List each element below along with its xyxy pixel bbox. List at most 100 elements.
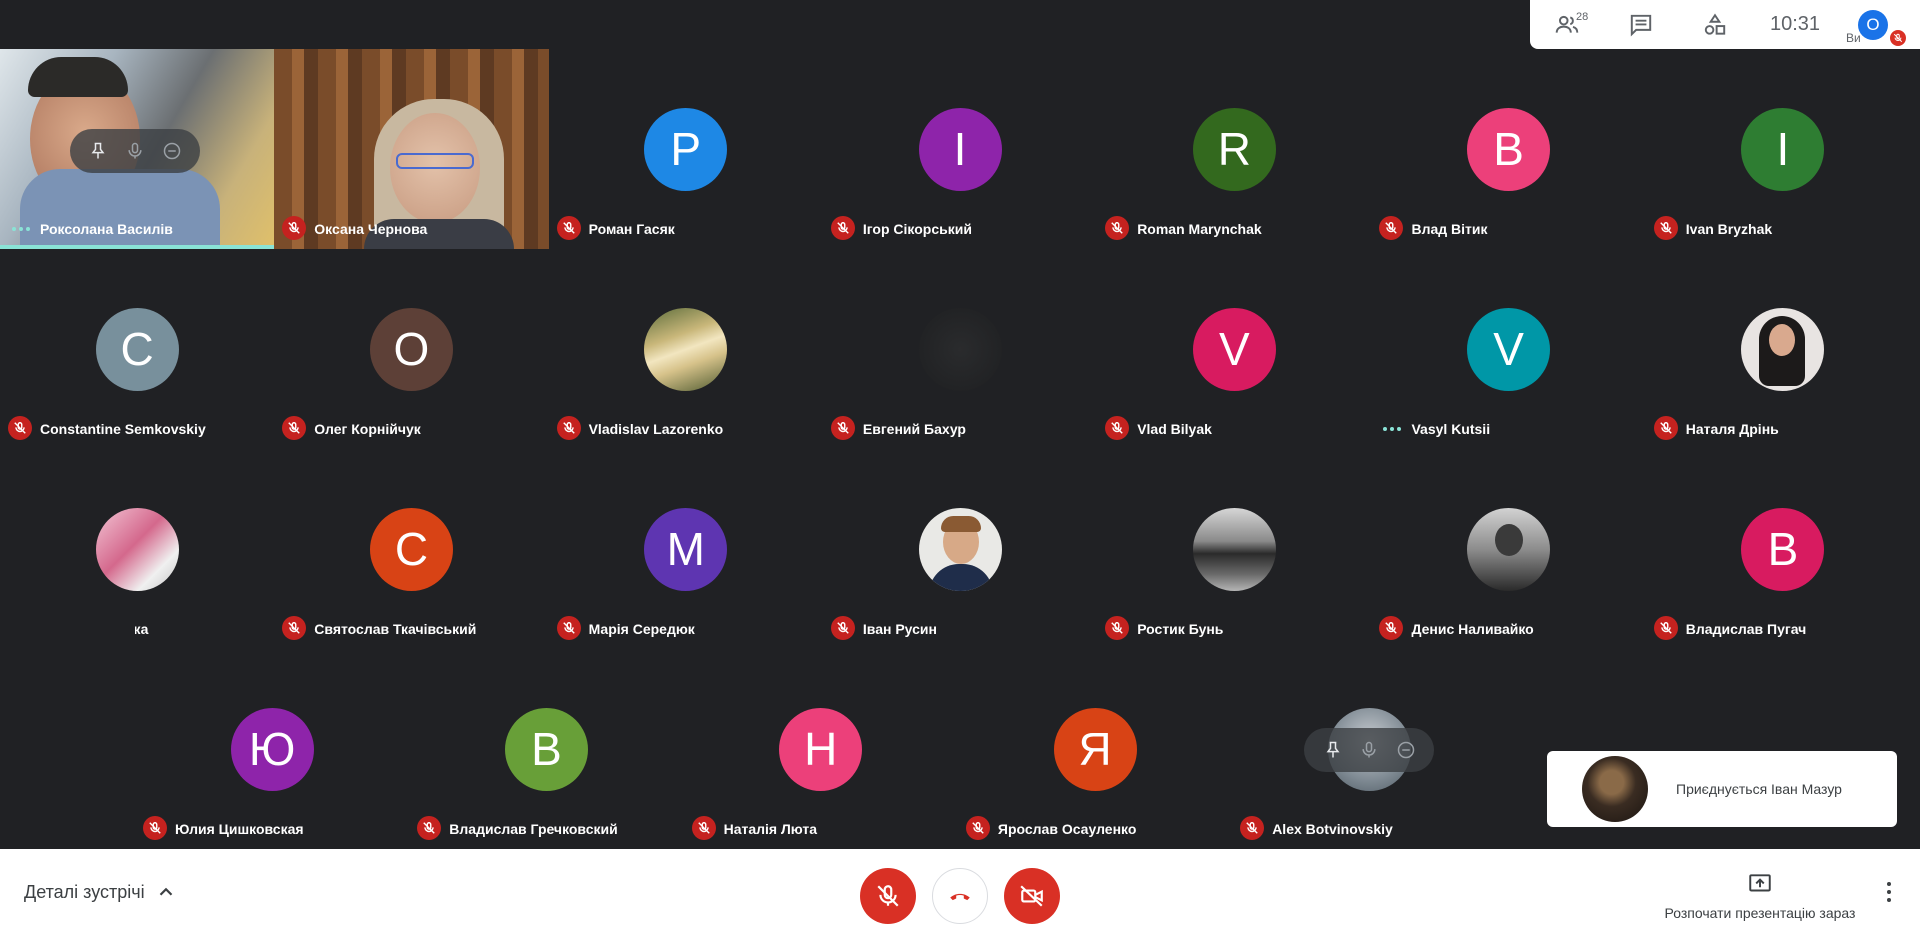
participant-row: C Constantine Semkovskiy О Олег Корнійчук Vl… [0, 249, 1920, 449]
mic-off-icon [556, 416, 581, 440]
activities-button[interactable] [1678, 0, 1752, 49]
participant-name: Ivan Bryzhak [1685, 221, 1773, 237]
present-now-label: Розпочати презентацію зараз [1664, 905, 1856, 921]
participant-avatar: М [644, 507, 728, 591]
activities-icon [1704, 12, 1726, 35]
participant-name: Владислав Гречковский [449, 821, 618, 837]
participant-tile[interactable]: В Влад Вітик [1371, 49, 1646, 249]
participant-avatar: I [1741, 107, 1825, 191]
participant-tile[interactable]: М Марія Середюк [548, 449, 823, 649]
participant-tile[interactable]: Евгений Бахур [822, 249, 1098, 449]
participant-name: Роксолана Василів [40, 221, 173, 237]
mic-off-icon [556, 216, 581, 240]
mic-off-icon [1105, 416, 1130, 440]
mic-icon[interactable] [1359, 740, 1379, 760]
participant-name: Іван Русин [862, 621, 937, 637]
self-tile[interactable]: O Ви [1838, 0, 1908, 49]
participant-tile[interactable]: C Constantine Semkovskiy [0, 249, 275, 449]
participant-name: Оксана Чернова [314, 221, 428, 237]
chat-button[interactable] [1604, 0, 1678, 49]
participant-tile[interactable]: Ростик Бунь [1097, 449, 1372, 649]
participant-avatar [918, 307, 1002, 391]
mic-off-icon [1105, 216, 1130, 240]
participant-avatar: В [1467, 107, 1551, 191]
participant-name: Alex Botvinovskiy [1272, 821, 1393, 837]
tile-hover-controls [70, 129, 200, 173]
participant-name: Евгений Бахур [862, 421, 966, 437]
participant-tile[interactable]: Ю Юлия Цишковская [135, 649, 410, 849]
present-now-button[interactable]: Розпочати презентацію зараз [1660, 871, 1860, 921]
top-toolbar: 28 10:31 O Ви [1530, 0, 1920, 49]
participant-avatar [95, 507, 179, 591]
participant-tile[interactable]: Роксолана Василів [0, 49, 275, 249]
participant-avatar: В [1741, 507, 1825, 591]
participant-tile[interactable]: С Святослав Ткачівський [274, 449, 549, 649]
remove-icon[interactable] [162, 141, 182, 161]
participant-tile[interactable]: Н Наталія Люта [683, 649, 958, 849]
microphone-toggle-button[interactable] [860, 868, 916, 924]
participant-avatar: Н [779, 707, 863, 791]
participant-tile[interactable]: Денис Наливайко [1371, 449, 1646, 649]
more-options-button[interactable] [1880, 879, 1898, 905]
mic-off-icon [1105, 616, 1130, 640]
participant-tile[interactable]: Р Роман Гасяк [548, 49, 823, 249]
more-vert-icon [1887, 882, 1891, 886]
leave-call-button[interactable] [932, 868, 988, 924]
mic-off-icon [1653, 416, 1678, 440]
mic-off-icon [830, 616, 855, 640]
mic-icon[interactable] [125, 141, 145, 161]
participant-tile[interactable]: Іван Русин [822, 449, 1098, 649]
mic-off-icon [1379, 216, 1404, 240]
mic-off-icon [691, 816, 716, 840]
people-button[interactable]: 28 [1530, 0, 1604, 49]
participant-tile[interactable]: V Vlad Bilyak [1097, 249, 1372, 449]
remove-icon[interactable] [1396, 740, 1416, 760]
participant-avatar: В [504, 707, 588, 791]
participant-avatar: V [1467, 307, 1551, 391]
participant-tile[interactable]: V Vasyl Kutsii [1371, 249, 1646, 449]
mic-off-icon [1653, 616, 1678, 640]
mic-off-icon [877, 885, 899, 907]
clock: 10:31 [1769, 13, 1821, 35]
participant-row: Николай ЦюпкаССвятослав ТкачівськийММарі… [0, 449, 1920, 649]
participant-tile[interactable]: R Roman Marynchak [1097, 49, 1372, 249]
participant-tile[interactable]: I Ivan Bryzhak [1645, 49, 1920, 249]
mic-off-icon [8, 416, 32, 440]
participant-avatar: О [369, 307, 453, 391]
mic-off-icon [965, 816, 990, 840]
mic-off-icon [1653, 216, 1678, 240]
self-avatar: O [1858, 10, 1888, 40]
mic-off-icon [830, 416, 855, 440]
participant-avatar: Ю [230, 707, 314, 791]
participant-name: Роман Гасяк [588, 221, 675, 237]
mic-off-icon [1240, 816, 1265, 840]
mic-off-icon [282, 416, 307, 440]
meeting-details-button[interactable]: Деталі зустрічі [24, 881, 177, 903]
participant-tile[interactable]: Наталя Дрінь [1645, 249, 1920, 449]
participant-avatar: C [95, 307, 179, 391]
participant-name: Марія Середюк [588, 621, 695, 637]
camera-off-icon [1020, 885, 1043, 907]
participant-tile[interactable]: В Владислав Пугач [1645, 449, 1920, 649]
mic-off-icon [417, 816, 442, 840]
participant-name: Ігор Сікорський [862, 221, 972, 237]
participant-name: Vasyl Kutsii [1411, 421, 1491, 437]
participant-tile[interactable]: Я Ярослав Осауленко [957, 649, 1233, 849]
camera-toggle-button[interactable] [1004, 868, 1060, 924]
participant-tile[interactable]: І Ігор Сікорський [822, 49, 1098, 249]
mic-off-icon [830, 216, 855, 240]
participant-tile[interactable]: В Владислав Гречковский [409, 649, 684, 849]
participant-tile[interactable]: Оксана Чернова [274, 49, 549, 249]
pin-icon[interactable] [1323, 740, 1343, 760]
mic-off-icon [282, 616, 307, 640]
participant-tile[interactable]: О Олег Корнійчук [274, 249, 549, 449]
participant-tile[interactable]: Alex Botvinovskiy [1232, 649, 1507, 849]
mic-off-icon [1379, 616, 1404, 640]
participant-avatar [918, 507, 1002, 591]
speaking-indicator-icon [12, 227, 30, 231]
participant-tile[interactable]: Vladislav Lazorenko [548, 249, 823, 449]
participant-avatar [644, 307, 728, 391]
pin-icon[interactable] [88, 141, 108, 161]
participant-avatar [1741, 307, 1825, 391]
participant-name: Ростик Бунь [1137, 621, 1224, 637]
